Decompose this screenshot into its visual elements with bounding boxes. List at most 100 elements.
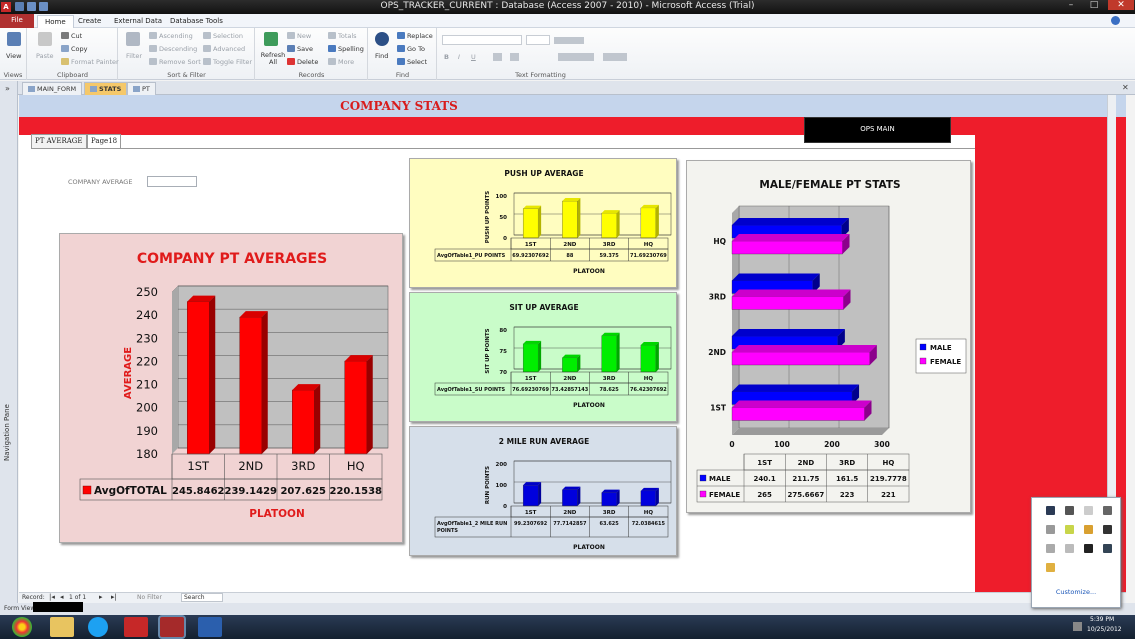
replace-button[interactable]: Replace [407,32,433,40]
close-button[interactable]: ✕ [1108,0,1134,10]
align-icons[interactable] [558,53,594,61]
table-legend-swatch [699,490,707,498]
record-position[interactable]: 1 of 1 [69,594,86,601]
selection-button[interactable]: Selection [213,32,243,40]
tray-window-icon[interactable] [1103,525,1112,534]
copy-button[interactable]: Copy [71,45,88,53]
acrobat-icon[interactable] [124,617,148,637]
explorer-icon[interactable] [50,617,74,637]
minimize-button[interactable]: – [1060,0,1082,10]
spelling-button[interactable]: Spelling [338,45,364,53]
company-average-field[interactable] [147,176,197,187]
navigation-pane[interactable]: » Navigation Pane [0,81,18,605]
data-label: 78.625 [599,387,619,393]
font-color-icon[interactable] [493,53,502,61]
tray-flag-icon[interactable] [1084,506,1093,515]
tray-drive-icon[interactable] [1103,544,1112,553]
clock-time[interactable]: 5:39 PM [1090,616,1114,623]
format-painter-button[interactable]: Format Painter [71,58,119,66]
select-button[interactable]: Select [407,58,427,66]
ops-main-button[interactable]: OPS MAIN [804,117,951,143]
plot-floor [732,428,889,435]
bar [731,351,870,366]
toggle-filter-button[interactable]: Toggle Filter [213,58,252,66]
tray-app-icon[interactable] [1046,506,1055,515]
tab-home[interactable]: Home [37,15,74,28]
access-taskbar-icon[interactable] [160,617,184,637]
expand-nav-icon[interactable]: » [5,84,10,93]
doc-tab-label: STATS [99,85,122,93]
clock-date[interactable]: 10/25/2012 [1087,626,1122,633]
list-format-icons[interactable] [554,37,584,44]
totals-button[interactable]: Totals [338,32,357,40]
skype-icon[interactable] [88,617,108,637]
italic-button[interactable]: I [458,53,460,61]
tab-external-data[interactable]: External Data [107,15,169,28]
cut-icon [61,32,69,39]
tray-volume-icon[interactable] [1065,544,1074,553]
tray-monitor-icon[interactable] [1084,544,1093,553]
first-record-button[interactable]: |◂ [49,593,55,601]
paste-button[interactable]: Paste [36,52,54,60]
prev-record-button[interactable]: ◂ [60,593,64,601]
doc-tab-main-form[interactable]: MAIN_FORM [22,82,83,95]
delete-button[interactable]: Delete [297,58,318,66]
records-group-label: Records [298,71,325,79]
word-icon[interactable] [198,617,222,637]
bar-side [261,311,268,454]
views-group: View Views [0,28,27,80]
view-button[interactable]: View [6,52,21,60]
cut-button[interactable]: Cut [71,32,82,40]
tab-pt-average[interactable]: PT AVERAGE [31,134,87,148]
show-hidden-icons[interactable] [1073,622,1082,631]
ascending-button[interactable]: Ascending [159,32,193,40]
help-icon[interactable] [1111,16,1120,25]
underline-button[interactable]: U [471,53,476,61]
advanced-button[interactable]: Advanced [213,45,245,53]
refresh-all-button[interactable]: Refresh All [259,52,287,66]
customize-link[interactable]: Customize... [1032,588,1120,596]
more-button[interactable]: More [338,58,354,66]
tray-device-icon[interactable] [1103,506,1112,515]
bar-top [562,198,581,202]
find-button[interactable]: Find [375,52,388,60]
no-filter-indicator[interactable]: No Filter [137,594,162,601]
male-female-svg: MALE/FEMALE PT STATS 0 100 200 300 1ST 2ND 3RD H… [696,179,967,503]
next-record-button[interactable]: ▸ [99,593,103,601]
tray-network-icon[interactable] [1046,544,1055,553]
data-label: 240.1 [754,475,776,483]
tray-shield-icon[interactable] [1084,525,1093,534]
maximize-button[interactable]: □ [1083,0,1105,10]
descending-button[interactable]: Descending [159,45,197,53]
tab-database-tools[interactable]: Database Tools [163,15,230,28]
y-tick-label: HQ [713,237,726,246]
remove-sort-button[interactable]: Remove Sort [159,58,201,66]
new-record-button[interactable]: New [297,32,311,40]
close-document-icon[interactable]: ✕ [1122,83,1129,92]
tab-create[interactable]: Create [71,15,108,28]
tab-page18[interactable]: Page18 [87,134,122,148]
tray-printer-icon[interactable] [1065,506,1074,515]
tray-signal-icon[interactable] [1046,525,1055,534]
tab-file[interactable]: File [0,14,34,28]
record-label: Record: [22,594,45,601]
tray-power-icon[interactable] [1046,563,1055,572]
doc-tab-stats[interactable]: STATS [84,82,128,95]
table-legend-swatch [699,474,707,482]
doc-tab-label: PT [142,85,150,93]
gridlines-icon[interactable] [603,53,627,61]
highlight-icon[interactable] [510,53,519,61]
goto-button[interactable]: Go To [407,45,425,53]
font-name-dropdown[interactable] [442,35,522,45]
last-record-button[interactable]: ▸| [111,593,117,601]
save-button[interactable]: Save [297,45,313,53]
doc-tab-pt[interactable]: PT [127,82,156,95]
filter-button[interactable]: Filter [126,52,142,60]
bold-button[interactable]: B [444,53,449,61]
record-search-input[interactable]: Search [181,593,223,602]
bar-top [523,340,542,344]
tray-sync-icon[interactable] [1065,525,1074,534]
font-size-dropdown[interactable] [526,35,550,45]
chrome-icon[interactable] [12,617,32,637]
format-painter-icon [61,58,69,65]
